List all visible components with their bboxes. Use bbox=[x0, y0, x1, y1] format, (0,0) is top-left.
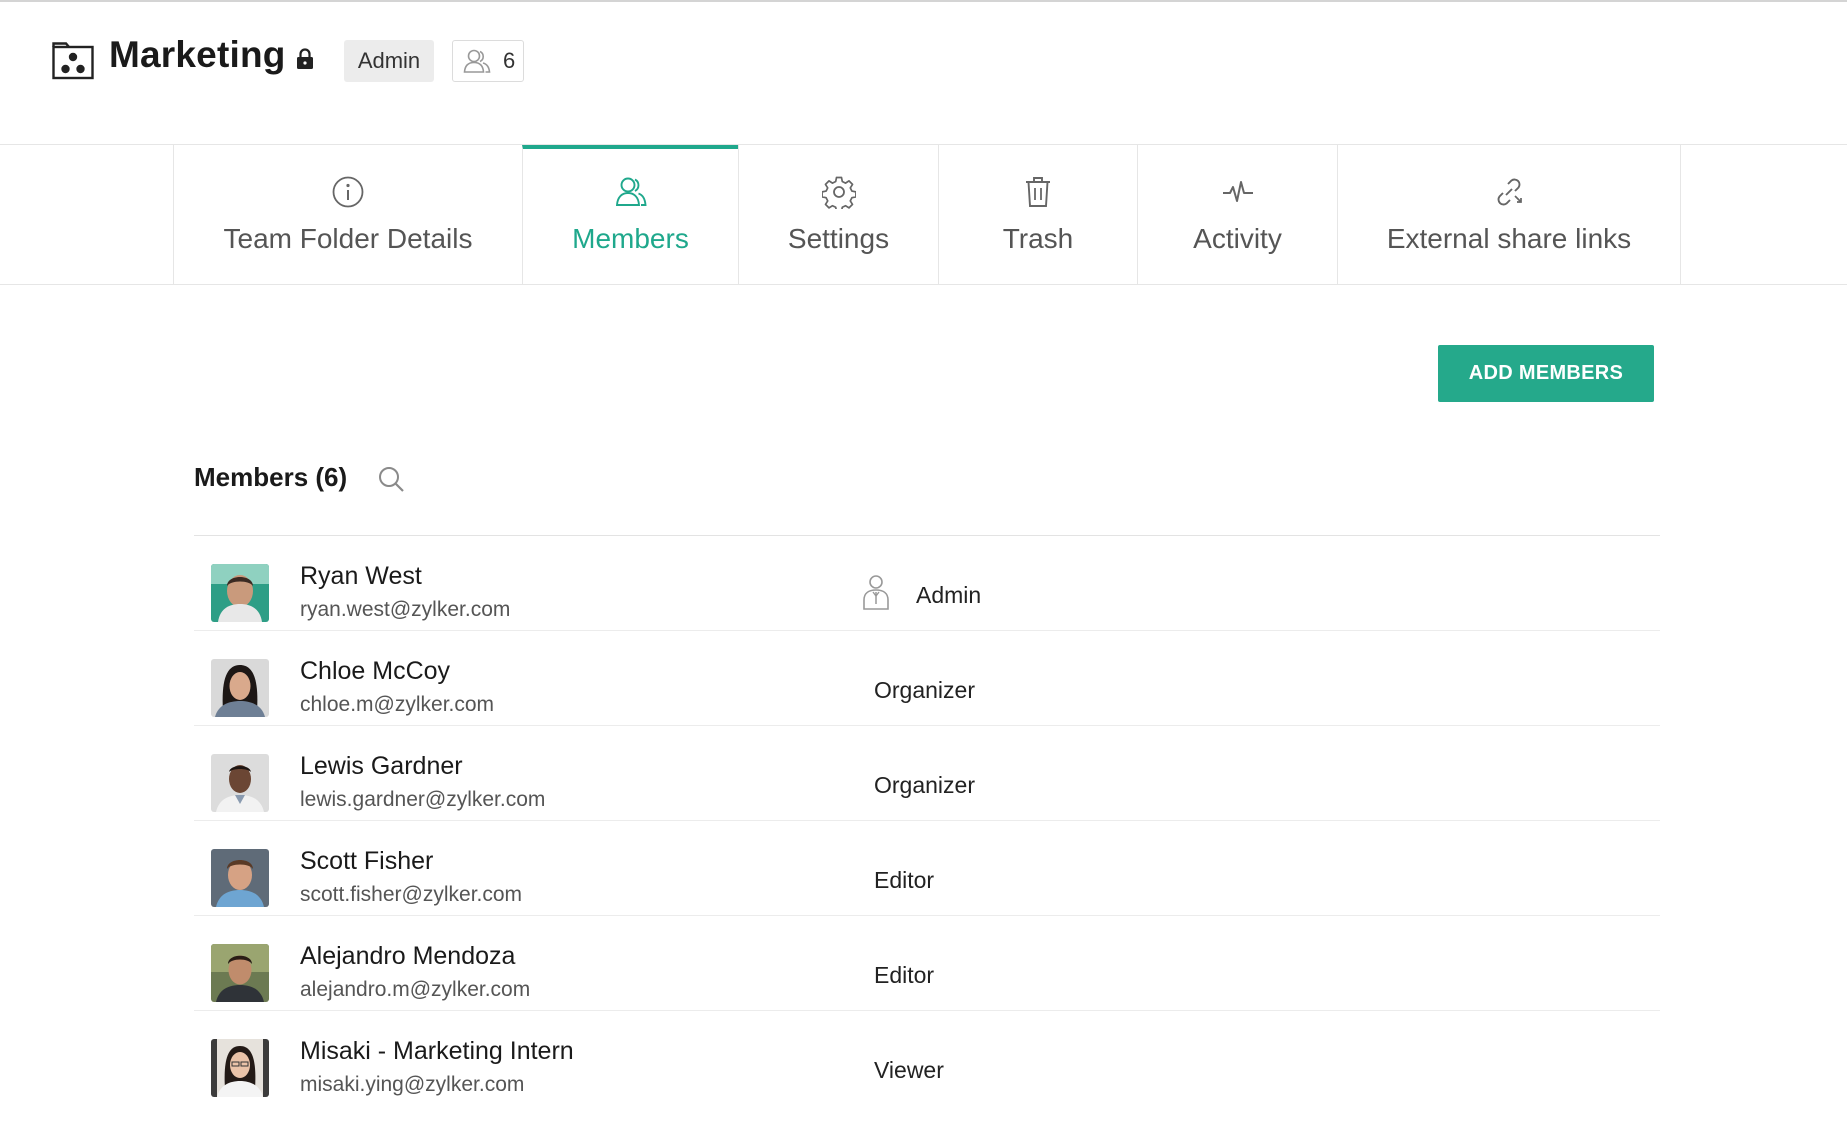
member-row[interactable]: Lewis Gardner lewis.gardner@zylker.com O… bbox=[194, 726, 1660, 821]
info-icon bbox=[332, 176, 364, 208]
member-role: Editor bbox=[874, 962, 935, 988]
folder-header: Marketing Admin 6 bbox=[0, 0, 1847, 145]
members-icon bbox=[615, 177, 647, 206]
member-name: Scott Fisher bbox=[300, 847, 434, 875]
tab-settings[interactable]: Settings bbox=[738, 145, 938, 285]
member-email: scott.fisher@zylker.com bbox=[300, 883, 523, 906]
trash-icon bbox=[1026, 177, 1050, 207]
avatar bbox=[211, 849, 269, 907]
member-email: ryan.west@zylker.com bbox=[300, 598, 511, 621]
members-list: Ryan West ryan.west@zylker.com Admin Chl… bbox=[194, 535, 1660, 1106]
member-email: lewis.gardner@zylker.com bbox=[300, 788, 546, 811]
avatar bbox=[211, 659, 269, 717]
member-name: Misaki - Marketing Intern bbox=[300, 1037, 574, 1065]
member-name: Lewis Gardner bbox=[300, 752, 463, 780]
member-name: Ryan West bbox=[300, 562, 422, 590]
tab-label: Settings bbox=[787, 223, 890, 254]
tab-label: Team Folder Details bbox=[223, 223, 473, 254]
member-row[interactable]: Alejandro Mendoza alejandro.m@zylker.com… bbox=[194, 916, 1660, 1011]
tab-external-share-links[interactable]: External share links bbox=[1337, 145, 1680, 285]
tab-label: Trash bbox=[1002, 223, 1074, 254]
avatar bbox=[211, 754, 269, 812]
users-icon bbox=[463, 49, 491, 73]
member-count: 6 bbox=[503, 48, 516, 73]
member-name: Chloe McCoy bbox=[300, 657, 451, 685]
member-email: misaki.ying@zylker.com bbox=[300, 1073, 525, 1096]
member-role: Organizer bbox=[874, 772, 975, 798]
member-count-badge[interactable]: 6 bbox=[452, 40, 524, 82]
tab-label: Activity bbox=[1193, 223, 1282, 254]
tab-divider bbox=[1680, 145, 1681, 285]
member-name: Alejandro Mendoza bbox=[300, 942, 516, 970]
avatar bbox=[211, 944, 269, 1002]
member-row[interactable]: Scott Fisher scott.fisher@zylker.com Edi… bbox=[194, 821, 1660, 916]
member-row[interactable]: Misaki - Marketing Intern misaki.ying@zy… bbox=[194, 1011, 1660, 1106]
gear-icon bbox=[821, 176, 856, 209]
avatar bbox=[211, 1039, 269, 1097]
team-folder-icon bbox=[52, 42, 94, 80]
member-row[interactable]: Ryan West ryan.west@zylker.com Admin bbox=[194, 536, 1660, 631]
tab-label: Members bbox=[572, 223, 689, 254]
link-icon bbox=[1497, 178, 1522, 206]
member-email: alejandro.m@zylker.com bbox=[300, 978, 531, 1001]
member-role: Organizer bbox=[874, 677, 975, 703]
member-email: chloe.m@zylker.com bbox=[300, 693, 495, 716]
members-heading: Members (6) bbox=[194, 462, 348, 492]
member-role: Admin bbox=[916, 582, 982, 608]
activity-icon bbox=[1222, 181, 1253, 202]
lock-icon bbox=[297, 48, 313, 69]
tab-team-folder-details[interactable]: Team Folder Details bbox=[173, 145, 522, 285]
member-role: Editor bbox=[874, 867, 935, 893]
role-badge: Admin bbox=[344, 40, 434, 82]
tab-members[interactable]: Members bbox=[522, 145, 738, 285]
add-members-button[interactable]: ADD MEMBERS bbox=[1438, 345, 1654, 402]
tab-activity[interactable]: Activity bbox=[1137, 145, 1337, 285]
tab-label: External share links bbox=[1386, 223, 1632, 254]
tab-trash[interactable]: Trash bbox=[938, 145, 1137, 285]
member-row[interactable]: Chloe McCoy chloe.m@zylker.com Organizer bbox=[194, 631, 1660, 726]
search-icon[interactable] bbox=[377, 465, 405, 493]
tab-bar: Team Folder Details Members Settings Tra… bbox=[0, 144, 1847, 285]
avatar bbox=[211, 564, 269, 622]
admin-user-icon bbox=[863, 575, 889, 610]
member-role: Viewer bbox=[874, 1057, 944, 1083]
folder-title: Marketing bbox=[109, 34, 286, 75]
